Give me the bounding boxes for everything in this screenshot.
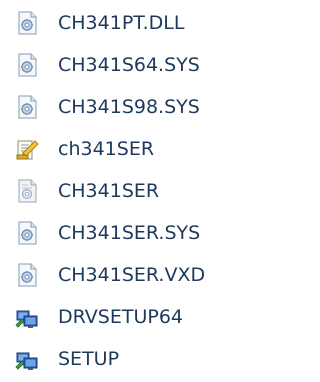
system-file-icon bbox=[14, 262, 40, 288]
file-item-ch341pt-dll[interactable]: CH341PT.DLL bbox=[14, 2, 240, 44]
file-name: CH341S64.SYS bbox=[58, 54, 200, 76]
file-name: CH341SER.SYS bbox=[58, 222, 201, 244]
file-item-ch341s64-sys[interactable]: CH341S64.SYS bbox=[14, 44, 240, 86]
file-name: ch341SER bbox=[58, 138, 155, 160]
file-list: CH341PT.DLL CH341S64.SYS CH341S98.SYS ch… bbox=[14, 2, 240, 380]
security-catalog-icon bbox=[14, 178, 40, 204]
installer-app-icon bbox=[14, 346, 40, 372]
installer-app-icon bbox=[14, 304, 40, 330]
file-name: CH341PT.DLL bbox=[58, 12, 185, 34]
file-item-ch341ser-cat[interactable]: CH341SER bbox=[14, 170, 240, 212]
file-item-ch341ser-sys[interactable]: CH341SER.SYS bbox=[14, 212, 240, 254]
file-item-drvsetup64[interactable]: DRVSETUP64 bbox=[14, 296, 240, 338]
file-item-ch341ser-vxd[interactable]: CH341SER.VXD bbox=[14, 254, 240, 296]
file-item-setup[interactable]: SETUP bbox=[14, 338, 240, 380]
file-item-ch341ser-inf[interactable]: ch341SER bbox=[14, 128, 240, 170]
setup-information-icon bbox=[14, 136, 40, 162]
file-name: DRVSETUP64 bbox=[58, 306, 184, 328]
system-file-icon bbox=[14, 94, 40, 120]
system-file-icon bbox=[14, 10, 40, 36]
file-name: CH341SER bbox=[58, 180, 160, 202]
file-name: CH341SER.VXD bbox=[58, 264, 206, 286]
file-name: SETUP bbox=[58, 348, 120, 370]
file-item-ch341s98-sys[interactable]: CH341S98.SYS bbox=[14, 86, 240, 128]
file-name: CH341S98.SYS bbox=[58, 96, 200, 118]
system-file-icon bbox=[14, 52, 40, 78]
system-file-icon bbox=[14, 220, 40, 246]
